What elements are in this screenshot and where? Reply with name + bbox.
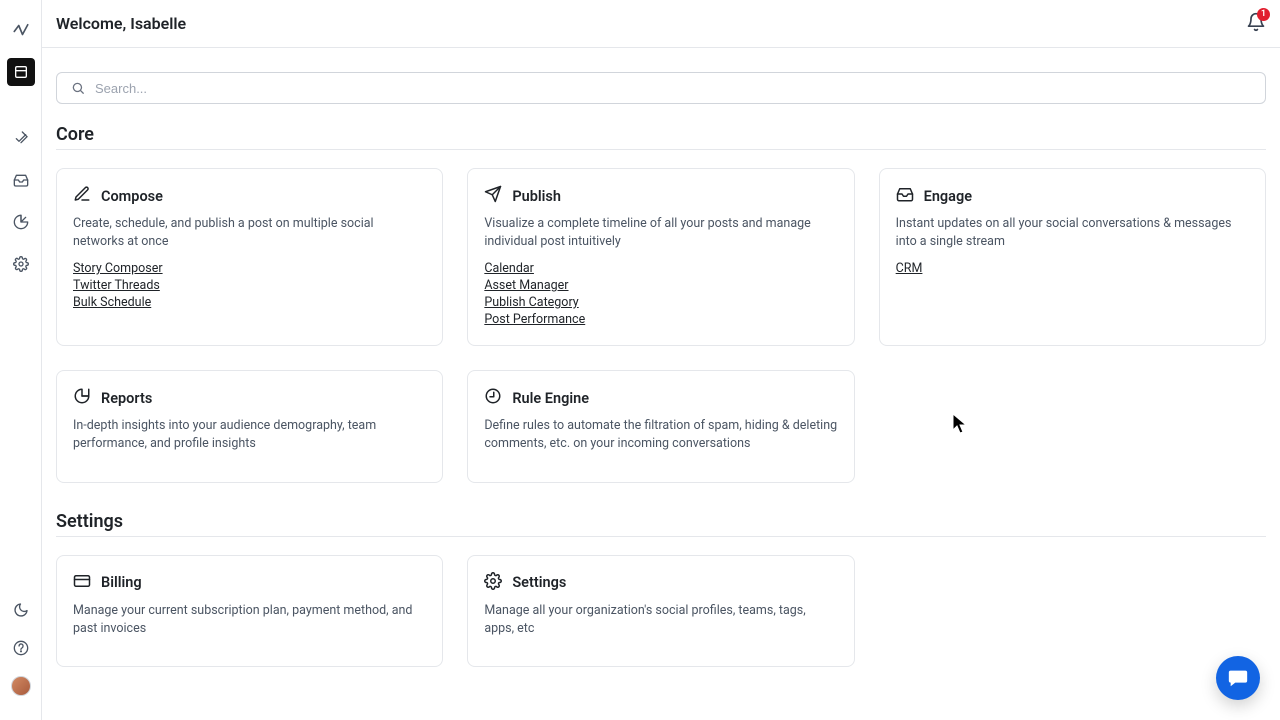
link-calendar[interactable]: Calendar: [484, 261, 534, 276]
card-settings[interactable]: Settings Manage all your organization's …: [467, 555, 854, 667]
sidebar: [0, 0, 42, 720]
card-title: Reports: [101, 390, 152, 407]
link-bulk-schedule[interactable]: Bulk Schedule: [73, 295, 151, 310]
card-publish[interactable]: Publish Visualize a complete timeline of…: [467, 168, 854, 346]
card-title: Engage: [924, 188, 972, 205]
card-compose[interactable]: Compose Create, schedule, and publish a …: [56, 168, 443, 346]
card-billing[interactable]: Billing Manage your current subscription…: [56, 555, 443, 667]
card-desc: Manage all your organization's social pr…: [484, 602, 837, 638]
card-desc: In-depth insights into your audience dem…: [73, 417, 426, 453]
card-engage[interactable]: Engage Instant updates on all your socia…: [879, 168, 1266, 346]
nav-avatar[interactable]: [7, 672, 35, 700]
link-asset-manager[interactable]: Asset Manager: [484, 278, 568, 293]
nav-help[interactable]: [7, 634, 35, 662]
card-desc: Visualize a complete timeline of all you…: [484, 215, 837, 251]
link-publish-category[interactable]: Publish Category: [484, 295, 578, 310]
card-desc: Define rules to automate the filtration …: [484, 417, 837, 453]
search-bar[interactable]: [56, 72, 1266, 104]
link-twitter-threads[interactable]: Twitter Threads: [73, 278, 160, 293]
card-reports[interactable]: Reports In-depth insights into your audi…: [56, 370, 443, 482]
card-rule-engine[interactable]: Rule Engine Define rules to automate the…: [467, 370, 854, 482]
rule-engine-icon: [484, 387, 502, 409]
nav-compose[interactable]: [7, 124, 35, 152]
divider: [56, 536, 1266, 537]
chat-icon: [1227, 667, 1249, 689]
card-title: Compose: [101, 188, 163, 205]
logo-icon[interactable]: [7, 16, 35, 44]
nav-inbox[interactable]: [7, 166, 35, 194]
card-title: Rule Engine: [512, 390, 589, 407]
link-story-composer[interactable]: Story Composer: [73, 261, 163, 276]
link-crm[interactable]: CRM: [896, 261, 923, 276]
chat-launcher[interactable]: [1216, 656, 1260, 700]
core-card-grid: Compose Create, schedule, and publish a …: [56, 168, 1266, 483]
publish-icon: [484, 185, 502, 207]
card-desc: Manage your current subscription plan, p…: [73, 602, 426, 638]
card-desc: Instant updates on all your social conve…: [896, 215, 1249, 251]
divider: [56, 149, 1266, 150]
billing-icon: [73, 572, 91, 594]
nav-home[interactable]: [7, 58, 35, 86]
nav-settings[interactable]: [7, 250, 35, 278]
settings-card-grid: Billing Manage your current subscription…: [56, 555, 1266, 667]
page-title: Welcome, Isabelle: [56, 14, 186, 33]
nav-theme[interactable]: [7, 596, 35, 624]
search-input[interactable]: [95, 81, 1251, 96]
notifications-button[interactable]: 1: [1246, 12, 1266, 36]
card-title: Publish: [512, 188, 561, 205]
compose-icon: [73, 185, 91, 207]
card-desc: Create, schedule, and publish a post on …: [73, 215, 426, 251]
engage-icon: [896, 185, 914, 207]
avatar: [11, 676, 31, 696]
section-heading-settings: Settings: [56, 511, 1266, 532]
topbar: Welcome, Isabelle 1: [42, 0, 1280, 48]
main-content: Core Compose Create, schedule, and publi…: [42, 48, 1280, 720]
card-title: Settings: [512, 574, 566, 591]
link-post-performance[interactable]: Post Performance: [484, 312, 585, 327]
section-heading-core: Core: [56, 124, 1266, 145]
settings-icon: [484, 572, 502, 594]
reports-icon: [73, 387, 91, 409]
search-icon: [71, 81, 85, 95]
notification-badge: 1: [1257, 8, 1270, 21]
card-title: Billing: [101, 574, 142, 591]
nav-analytics[interactable]: [7, 208, 35, 236]
